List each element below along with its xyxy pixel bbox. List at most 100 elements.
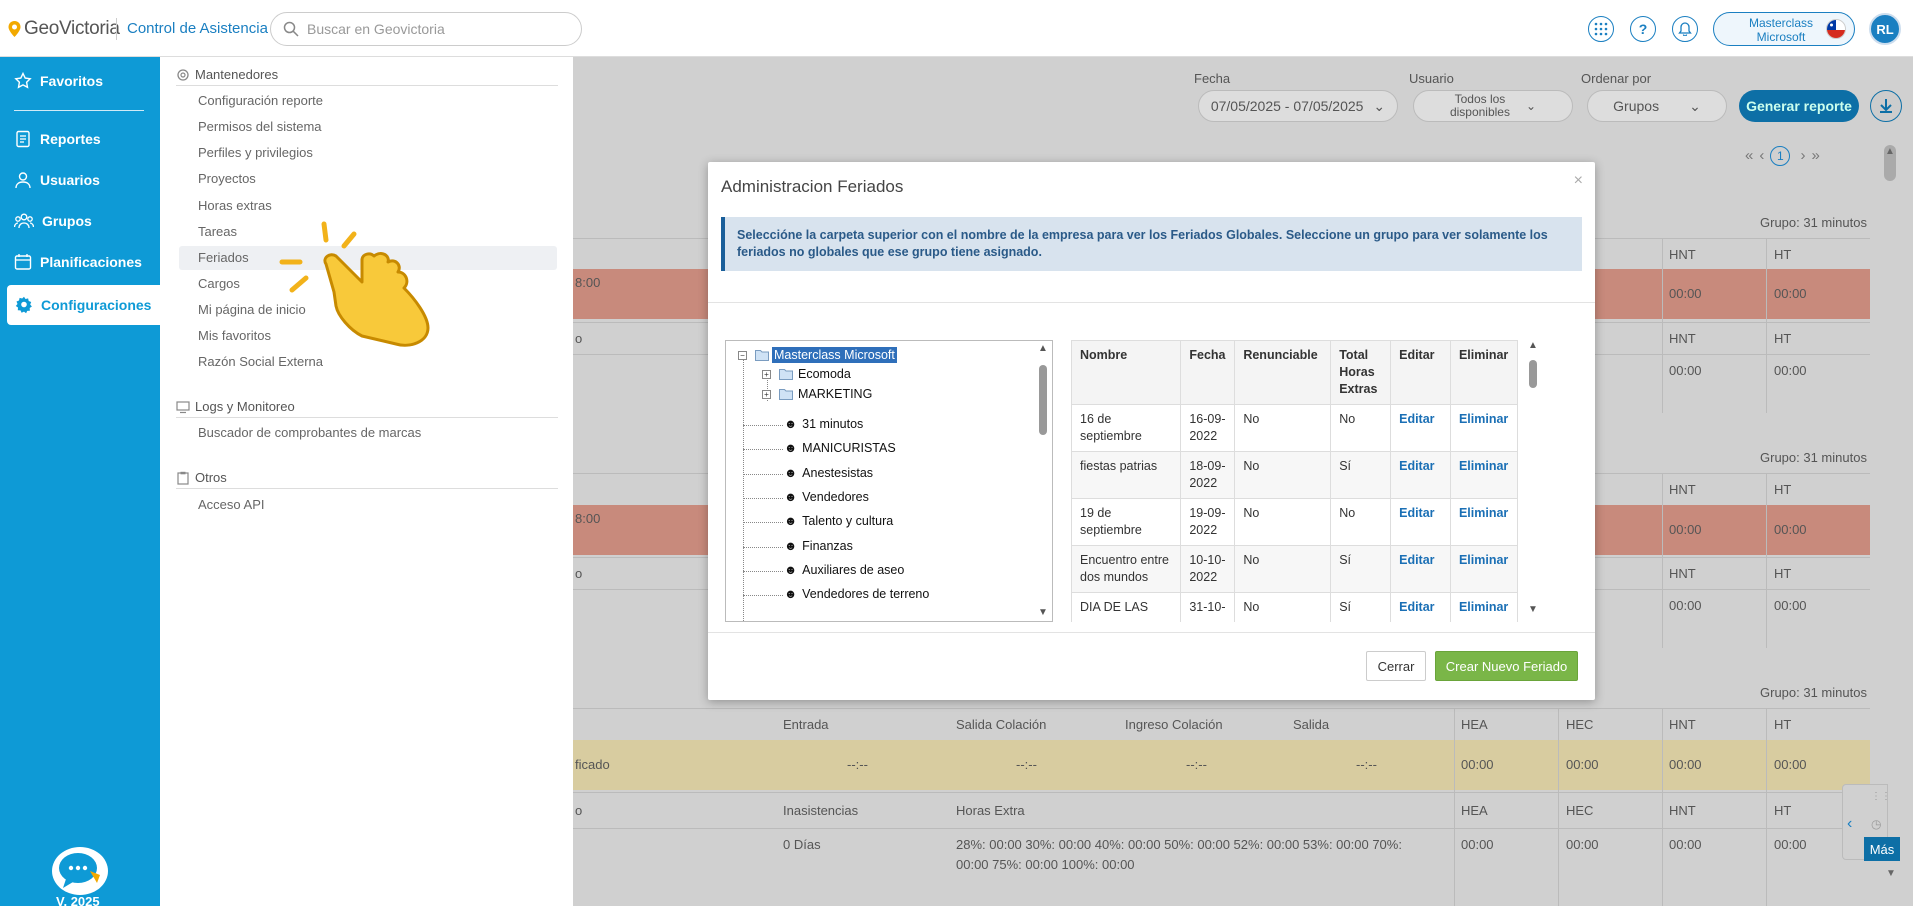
scroll-up-icon[interactable]: ▲ [1038, 343, 1048, 354]
eliminar-link[interactable]: Eliminar [1449, 404, 1519, 452]
fecha-select[interactable]: 07/05/2025 - 07/05/2025 ⌄ [1198, 90, 1398, 122]
cell-fecha: 31-10- [1180, 592, 1236, 622]
col-entrada: Entrada [783, 717, 829, 732]
tree-node-folder[interactable]: + MARKETING [762, 387, 872, 401]
submenu-item-permisos[interactable]: Permisos del sistema [198, 119, 322, 134]
scroll-up-icon[interactable]: ▲ [1885, 146, 1895, 157]
nav-item-favoritos[interactable]: Favoritos [0, 61, 160, 101]
table-row: ficado --:-- --:-- --:-- --:-- 00:00 00:… [573, 740, 1870, 790]
scroll-down-icon[interactable]: ▼ [1886, 868, 1896, 879]
submenu-item-acceso-api[interactable]: Acceso API [198, 497, 264, 512]
drag-handle-icon[interactable]: ⋮⋮ [1871, 791, 1891, 802]
chat-icon[interactable] [52, 847, 108, 895]
cell-total: Sí [1330, 451, 1392, 499]
eliminar-link[interactable]: Eliminar [1449, 451, 1519, 499]
col-ingreso-colacion: Ingreso Colación [1125, 717, 1223, 732]
eliminar-link[interactable]: Eliminar [1449, 592, 1519, 622]
submenu-item-razon-social[interactable]: Razón Social Externa [198, 354, 323, 369]
tree-label: Vendedores [802, 490, 869, 504]
tree-node-group[interactable]: ☻ Vendedores de terreno [784, 587, 929, 601]
scroll-up-icon[interactable]: ▲ [1528, 340, 1538, 351]
crear-feriado-button[interactable]: Crear Nuevo Feriado [1435, 651, 1578, 681]
eliminar-link[interactable]: Eliminar [1449, 545, 1519, 593]
user-icon [15, 172, 31, 189]
editar-link[interactable]: Editar [1390, 498, 1451, 546]
hec-value: 00:00 [1566, 837, 1599, 852]
editar-link[interactable]: Editar [1390, 404, 1451, 452]
submenu-item-buscador[interactable]: Buscador de comprobantes de marcas [198, 425, 421, 440]
apps-icon[interactable] [1588, 16, 1614, 42]
download-icon[interactable] [1870, 90, 1902, 122]
next-page-icon[interactable]: › [1801, 147, 1812, 164]
company-selector[interactable]: Masterclass Microsoft [1713, 12, 1855, 46]
eliminar-link[interactable]: Eliminar [1449, 498, 1519, 546]
prev-page-icon[interactable]: ‹ [1759, 147, 1770, 164]
tree-node-group[interactable]: ☻ Talento y cultura [784, 514, 893, 528]
tree-line [743, 474, 783, 475]
current-page[interactable]: 1 [1770, 146, 1791, 166]
submenu-item-tareas[interactable]: Tareas [198, 224, 237, 239]
nav-item-reportes[interactable]: Reportes [0, 119, 160, 159]
tree-label: Anestesistas [802, 466, 874, 480]
col-editar: Editar [1390, 340, 1451, 405]
fecha-label: Fecha [1194, 71, 1231, 86]
editar-link[interactable]: Editar [1390, 451, 1451, 499]
col-hnt: HNT [1669, 482, 1696, 497]
divider [1454, 708, 1455, 906]
nav-item-grupos[interactable]: Grupos [0, 201, 160, 241]
table-row: o Inasistencias Horas Extra HEA HEC HNT … [573, 792, 1870, 828]
tree-node-group[interactable]: ☻ MANICURISTAS [784, 441, 896, 455]
partial-text: o [575, 566, 583, 581]
submenu-item-proyectos[interactable]: Proyectos [198, 171, 256, 186]
expand-icon[interactable]: + [762, 389, 771, 399]
scroll-down-icon[interactable]: ▼ [1038, 607, 1048, 618]
bell-icon[interactable] [1672, 16, 1698, 42]
editar-link[interactable]: Editar [1390, 592, 1451, 622]
scroll-thumb[interactable] [1529, 360, 1537, 388]
help-icon[interactable]: ? [1630, 16, 1656, 42]
nav-item-planificaciones[interactable]: Planificaciones [0, 242, 160, 282]
table-scrollbar[interactable]: ▲ ▼ [1526, 340, 1540, 622]
nav-item-usuarios[interactable]: Usuarios [0, 160, 160, 200]
divider [708, 302, 1595, 303]
nav-label: Configuraciones [41, 297, 152, 313]
logo[interactable]: GeoVictoria [8, 18, 120, 40]
tree-node-group[interactable]: ☻ Auxiliares de aseo [784, 563, 904, 577]
last-page-icon[interactable]: » [1812, 147, 1826, 164]
avatar[interactable]: RL [1869, 13, 1901, 45]
tree-node-group[interactable]: ☻ Finanzas [784, 539, 853, 553]
clipboard-icon [177, 471, 189, 485]
tree-scrollbar[interactable]: ▲ ▼ [1036, 343, 1050, 619]
tree-node-root[interactable]: − Masterclass Microsoft [738, 347, 897, 363]
section-title: Mantenedores [195, 67, 279, 82]
tree-node-group[interactable]: ☻ 31 minutos [784, 417, 863, 431]
chevron-down-icon: ⌄ [1373, 97, 1386, 114]
chevron-left-icon[interactable]: ‹ [1847, 815, 1852, 833]
app-name[interactable]: Control de Asistencia [127, 20, 268, 37]
submenu-item-perfiles[interactable]: Perfiles y privilegios [198, 145, 313, 160]
collapse-icon[interactable]: − [738, 350, 747, 360]
submenu-item-cargos[interactable]: Cargos [198, 276, 240, 291]
first-page-icon[interactable]: « [1745, 147, 1759, 164]
nav-item-configuraciones[interactable]: Configuraciones [7, 285, 160, 325]
expand-icon[interactable]: + [762, 369, 771, 379]
submenu-item-configuracion-reporte[interactable]: Configuración reporte [198, 93, 323, 108]
usuario-select[interactable]: Todos los disponibles ⌄ [1413, 90, 1573, 122]
col-ht: HT [1774, 717, 1792, 732]
calendar-icon [14, 254, 32, 270]
search-input[interactable]: Buscar en Geovictoria [270, 12, 582, 46]
tree-node-group[interactable]: ☻ Vendedores [784, 490, 869, 504]
submenu-item-horas-extras[interactable]: Horas extras [198, 198, 272, 213]
cerrar-button[interactable]: Cerrar [1366, 651, 1426, 681]
generar-reporte-button[interactable]: Generar reporte [1739, 90, 1859, 122]
scroll-down-icon[interactable]: ▼ [1528, 604, 1538, 615]
tree-node-folder[interactable]: + Ecomoda [762, 367, 851, 381]
scroll-thumb[interactable] [1039, 365, 1047, 435]
editar-link[interactable]: Editar [1390, 545, 1451, 593]
submenu-item-mis-favoritos[interactable]: Mis favoritos [198, 328, 271, 343]
close-icon[interactable]: × [1574, 172, 1583, 190]
tree-node-group[interactable]: ☻ Anestesistas [784, 466, 873, 480]
cell-fecha: 19-09-2022 [1180, 498, 1236, 546]
mas-button[interactable]: Más [1864, 837, 1900, 861]
orden-select[interactable]: Grupos ⌄ [1587, 90, 1727, 122]
